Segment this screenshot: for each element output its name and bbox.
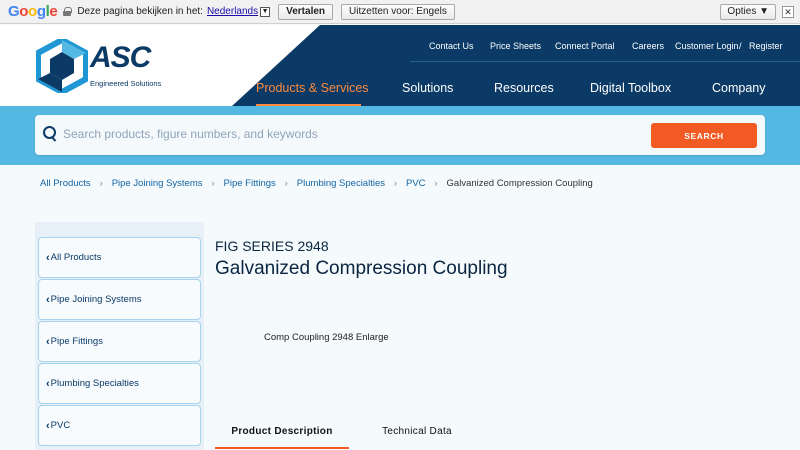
search-icon — [43, 126, 57, 140]
chevron-left-icon: ‹ — [46, 335, 50, 348]
page-title: Galvanized Compression Coupling — [215, 258, 508, 279]
options-button[interactable]: Opties ▼ — [720, 4, 776, 20]
sidebar-item-label: Pipe Joining Systems — [50, 294, 142, 305]
breadcrumb-pipe-joining-systems[interactable]: Pipe Joining Systems — [112, 178, 203, 189]
careers-link[interactable]: Careers — [632, 41, 664, 51]
chevron-left-icon: ‹ — [46, 293, 50, 306]
sidebar-item-all-products[interactable]: ‹ All Products — [38, 237, 201, 278]
disable-translate-button[interactable]: Uitzetten voor: Engels — [341, 3, 455, 20]
nav-solutions[interactable]: Solutions — [402, 81, 453, 95]
customer-login-link[interactable]: Customer Login — [675, 41, 739, 51]
breadcrumb-separator: › — [211, 178, 215, 188]
sidebar-item-plumbing-specialties[interactable]: ‹ Plumbing Specialties — [38, 363, 201, 404]
translate-prompt: Deze pagina bekijken in het: — [77, 6, 203, 17]
nav-products-services[interactable]: Products & Services — [256, 81, 369, 95]
connect-portal-link[interactable]: Connect Portal — [555, 41, 615, 51]
chevron-left-icon: ‹ — [46, 251, 50, 264]
price-sheets-link[interactable]: Price Sheets — [490, 41, 541, 51]
translate-button[interactable]: Vertalen — [278, 3, 334, 20]
nav-resources[interactable]: Resources — [494, 81, 554, 95]
chevron-left-icon: ‹ — [46, 419, 50, 432]
site-header: ASC Engineered Solutions Contact Us Pric… — [0, 25, 800, 106]
dropdown-arrow-icon[interactable]: ▼ — [260, 6, 271, 17]
utility-nav: Contact Us Price Sheets Connect Portal C… — [0, 41, 800, 53]
breadcrumb-separator: › — [393, 178, 397, 188]
sidebar-item-pipe-fittings[interactable]: ‹ Pipe Fittings — [38, 321, 201, 362]
sidebar-item-pvc[interactable]: ‹ PVC — [38, 405, 201, 446]
header-divider — [410, 61, 800, 62]
breadcrumb-current: Galvanized Compression Coupling — [446, 178, 593, 189]
figure-series: FIG SERIES 2948 — [215, 238, 329, 254]
breadcrumb: All Products › Pipe Joining Systems › Pipe F… — [40, 178, 593, 192]
chevron-left-icon: ‹ — [46, 377, 50, 390]
breadcrumb-plumbing-specialties[interactable]: Plumbing Specialties — [297, 178, 385, 189]
nav-digital-toolbox[interactable]: Digital Toolbox — [590, 81, 671, 95]
breadcrumb-separator: › — [434, 178, 438, 188]
sidebar-item-pipe-joining-systems[interactable]: ‹ Pipe Joining Systems — [38, 279, 201, 320]
translate-bar: Google Deze pagina bekijken in het: Nede… — [0, 0, 800, 24]
sidebar-item-label: Plumbing Specialties — [50, 378, 139, 389]
search-input[interactable] — [63, 123, 643, 145]
product-image-placeholder[interactable]: Comp Coupling 2948 Enlarge — [264, 332, 389, 343]
close-icon[interactable]: ✕ — [782, 6, 794, 18]
breadcrumb-all-products[interactable]: All Products — [40, 178, 91, 189]
register-link[interactable]: Register — [749, 41, 783, 51]
breadcrumb-pvc[interactable]: PVC — [406, 178, 426, 189]
search-band: SEARCH — [0, 106, 800, 165]
sidebar-item-label: All Products — [50, 252, 102, 263]
language-select[interactable]: Nederlands — [207, 6, 258, 17]
nav-company[interactable]: Company — [712, 81, 766, 95]
tab-technical-data[interactable]: Technical Data — [366, 419, 468, 449]
search-box: SEARCH — [35, 115, 765, 155]
google-logo: Google — [8, 3, 58, 20]
lock-icon — [63, 7, 73, 16]
breadcrumb-pipe-fittings[interactable]: Pipe Fittings — [224, 178, 276, 189]
tab-product-description[interactable]: Product Description — [215, 419, 349, 449]
search-button[interactable]: SEARCH — [651, 123, 757, 148]
category-sidebar: ‹ All Products ‹ Pipe Joining Systems ‹ Pip… — [35, 222, 204, 450]
sidebar-item-label: PVC — [50, 420, 71, 431]
breadcrumb-separator: › — [99, 178, 103, 188]
breadcrumb-separator: › — [284, 178, 288, 188]
utility-separator: / — [739, 41, 742, 51]
sidebar-item-label: Pipe Fittings — [50, 336, 103, 347]
main-nav: Products & Services Solutions Resources … — [0, 81, 800, 99]
contact-us-link[interactable]: Contact Us — [429, 41, 474, 51]
